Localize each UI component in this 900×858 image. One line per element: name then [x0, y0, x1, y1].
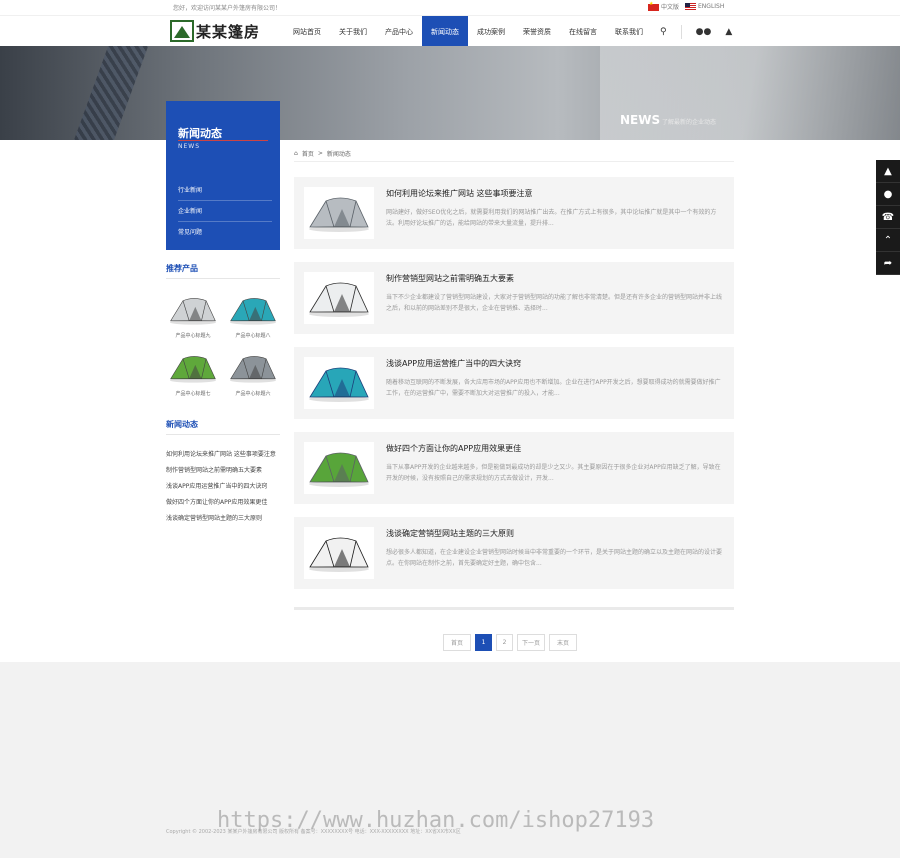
float-contact-bar: ▲ ● ☎ ⌃ ➦ — [876, 160, 900, 275]
article-card[interactable]: 做好四个方面让你的APP应用效果更佳当下从事APP开发的企业越来越多，但是能做到… — [294, 432, 734, 504]
product-name: 产品中心标题六 — [235, 391, 271, 397]
article-card[interactable]: 浅谈APP应用运营推广当中的四大诀窍随着移动互联网的不断发展，各大应用市场的AP… — [294, 347, 734, 419]
phone-icon[interactable]: ☎ — [876, 206, 900, 229]
article-summary: 当下从事APP开发的企业越来越多，但是能做到最成功的却是少之又少。其主要原因在于… — [386, 464, 721, 482]
share-icon[interactable]: ➦ — [876, 252, 900, 275]
language-switcher: 中文版 ENGLISH — [648, 1, 724, 11]
lang-cn-label: 中文版 — [661, 4, 680, 11]
article-card[interactable]: 如何利用论坛来推广网站 这些事项要注意网站建好，做好SEO优化之后，就需要利用我… — [294, 177, 734, 249]
nav-item[interactable]: 荣誉资质 — [514, 16, 560, 47]
article-title[interactable]: 做好四个方面让你的APP应用效果更佳 — [386, 443, 521, 454]
tent-gray-icon — [226, 348, 280, 388]
tent-gray-icon[interactable] — [304, 187, 374, 239]
sidebar-title: 新闻动态 — [178, 127, 222, 140]
breadcrumb: ⌂ 首页 > 新闻动态 — [294, 145, 734, 162]
sidebar-news-link[interactable]: 浅谈APP应用运营推广当中的四大诀窍 — [166, 479, 280, 495]
breadcrumb-current: 新闻动态 — [326, 150, 351, 158]
sidebar-news-link[interactable]: 制作营销型网站之前需明确五大要素 — [166, 463, 280, 479]
divider — [294, 607, 734, 610]
qq-icon[interactable]: ▲ — [876, 160, 900, 183]
product-card[interactable]: 产品中心标题七 — [166, 348, 220, 397]
header-icons: ⚲ ●● ▲ — [660, 16, 732, 47]
sidebar-title-en: NEWS — [178, 143, 201, 150]
divider — [680, 24, 682, 39]
main-nav: 网站首页 关于我们 产品中心 新闻动态 成功案例 荣誉资质 在线留言 联系我们 — [284, 16, 652, 47]
divider — [178, 140, 268, 141]
products-section-title: 推荐产品 — [166, 263, 280, 279]
news-section-title: 新闻动态 — [166, 419, 280, 435]
home-icon[interactable]: ⌂ — [294, 150, 298, 157]
back-top-icon[interactable]: ⌃ — [876, 229, 900, 252]
tent-green-icon[interactable] — [304, 442, 374, 494]
tent-black-icon[interactable] — [304, 527, 374, 579]
tent-logo-icon — [170, 20, 194, 42]
tent-white-icon — [166, 290, 220, 330]
pagination: 首页 1 2 下一页 末页 — [443, 634, 577, 651]
nav-item[interactable]: 联系我们 — [606, 16, 652, 47]
lang-en-label: ENGLISH — [698, 3, 725, 10]
product-name: 产品中心标题八 — [235, 333, 271, 339]
site-logo[interactable]: 某某篷房 — [170, 20, 260, 42]
article-summary: 想必很多人都知道，在企业建设企业营销型网站时候当中非常重要的一个环节，是关于网站… — [386, 549, 722, 567]
lang-en-link[interactable]: ENGLISH — [685, 3, 724, 10]
nav-item[interactable]: 网站首页 — [284, 16, 330, 47]
china-flag-icon — [648, 1, 659, 11]
product-card[interactable]: 产品中心标题八 — [226, 290, 280, 339]
banner-title: NEWS — [620, 113, 661, 127]
us-flag-icon — [685, 3, 697, 10]
article-card[interactable]: 浅谈确定营销型网站主题的三大原则想必很多人都知道，在企业建设企业营销型网站时候当… — [294, 517, 734, 589]
product-name: 产品中心标题九 — [175, 333, 211, 339]
sidebar-news-link[interactable]: 做好四个方面让你的APP应用效果更佳 — [166, 495, 280, 511]
article-title[interactable]: 浅谈确定营销型网站主题的三大原则 — [386, 528, 514, 539]
article-summary: 随着移动互联网的不断发展，各大应用市场的APP应用也不断增加。企业在进行APP开… — [386, 379, 721, 397]
sidebar-news-list: 如何利用论坛来推广网站 这些事项要注意 制作营销型网站之前需明确五大要素 浅谈APP… — [166, 447, 280, 527]
nav-item[interactable]: 成功案例 — [468, 16, 514, 47]
breadcrumb-sep: > — [317, 149, 323, 157]
first-page-button[interactable]: 首页 — [443, 634, 471, 651]
site-header: 某某篷房 网站首页 关于我们 产品中心 新闻动态 成功案例 荣誉资质 在线留言 联系我们 ⚲ … — [0, 15, 900, 47]
banner-decoration — [68, 46, 152, 140]
nav-item[interactable]: 产品中心 — [376, 16, 422, 47]
tent-blue-icon — [226, 290, 280, 330]
breadcrumb-home[interactable]: 首页 — [302, 149, 314, 158]
article-summary: 网站建好，做好SEO优化之后，就需要利用我们的网站推广出去。在推广方式上有很多，… — [386, 209, 717, 227]
logo-text: 某某篷房 — [196, 22, 261, 41]
nav-item[interactable]: 在线留言 — [560, 16, 606, 47]
product-card[interactable]: 产品中心标题六 — [226, 348, 280, 397]
tent-green-icon — [166, 348, 220, 388]
last-page-button[interactable]: 末页 — [549, 634, 577, 651]
tent-white-icon[interactable] — [304, 272, 374, 324]
article-card[interactable]: 制作营销型网站之前需明确五大要素当下不少企业都建设了营销型网站建设，大家对于营销… — [294, 262, 734, 334]
wechat-icon[interactable]: ●● — [696, 27, 712, 37]
nav-item[interactable]: 关于我们 — [330, 16, 376, 47]
sidebar-menu-item[interactable]: 常见问题 — [178, 222, 272, 243]
page-number-button[interactable]: 2 — [496, 634, 513, 651]
search-icon[interactable]: ⚲ — [660, 27, 667, 37]
page-banner: NEWS 了解最新的企业动态 — [0, 46, 900, 140]
sidebar-menu-item[interactable]: 行业新闻 — [178, 180, 272, 201]
sidebar-news-link[interactable]: 如何利用论坛来推广网站 这些事项要注意 — [166, 447, 280, 463]
page-number-button[interactable]: 1 — [475, 634, 492, 651]
wechat-icon[interactable]: ● — [876, 183, 900, 206]
article-title[interactable]: 如何利用论坛来推广网站 这些事项要注意 — [386, 188, 533, 199]
nav-item[interactable]: 新闻动态 — [422, 16, 468, 47]
top-bar: 您好，欢迎访问某某户外篷房有限公司！ 中文版 ENGLISH — [0, 0, 900, 15]
banner-subtitle: 了解最新的企业动态 — [662, 119, 717, 126]
watermark-text: https://www.huzhan.com/ishop27193 — [217, 808, 655, 833]
next-page-button[interactable]: 下一页 — [517, 634, 545, 651]
tent-blue-icon[interactable] — [304, 357, 374, 409]
article-title[interactable]: 制作营销型网站之前需明确五大要素 — [386, 273, 514, 284]
product-card[interactable]: 产品中心标题九 — [166, 290, 220, 339]
lang-cn-link[interactable]: 中文版 — [648, 1, 680, 11]
qq-icon[interactable]: ▲ — [725, 27, 732, 37]
welcome-text: 您好，欢迎访问某某户外篷房有限公司！ — [173, 5, 282, 12]
sidebar-news-link[interactable]: 浅谈确定营销型网站主题的三大原则 — [166, 511, 280, 527]
sidebar-menu-item[interactable]: 企业新闻 — [178, 201, 272, 222]
article-summary: 当下不少企业都建设了营销型网站建设，大家对于营销型网站的功能了解也非常清楚。但是… — [386, 294, 722, 312]
article-title[interactable]: 浅谈APP应用运营推广当中的四大诀窍 — [386, 358, 521, 369]
sidebar-menu: 行业新闻 企业新闻 常见问题 — [166, 173, 280, 250]
sidebar-header: 新闻动态 NEWS — [166, 101, 280, 173]
product-name: 产品中心标题七 — [175, 391, 211, 397]
